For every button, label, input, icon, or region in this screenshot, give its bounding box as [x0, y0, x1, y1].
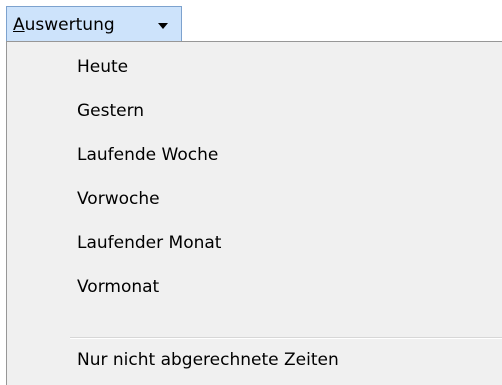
application-window: Auswertung Heute Gestern Laufende Woche …: [0, 0, 502, 385]
menu-item-nur-nicht-abgerechnete-zeiten[interactable]: Nur nicht abgerechnete Zeiten: [7, 338, 502, 382]
menu-item-laufender-monat[interactable]: Laufender Monat: [7, 221, 502, 265]
menu-item-vormonat[interactable]: Vormonat: [7, 265, 502, 309]
menu-item-heute[interactable]: Heute: [7, 45, 502, 89]
menubar: Auswertung: [0, 0, 502, 42]
auswertung-dropdown-menu: Heute Gestern Laufende Woche Vorwoche La…: [6, 41, 502, 385]
menu-item-vorwoche[interactable]: Vorwoche: [7, 177, 502, 221]
menu-item-gestern[interactable]: Gestern: [7, 89, 502, 133]
auswertung-menu-label: Auswertung: [13, 15, 115, 35]
menu-label-rest: uswertung: [24, 14, 115, 35]
menu-item-laufende-woche[interactable]: Laufende Woche: [7, 133, 502, 177]
chevron-down-icon: [158, 23, 168, 29]
auswertung-menu-button[interactable]: Auswertung: [6, 6, 182, 42]
menu-mnemonic-letter: A: [13, 14, 25, 35]
